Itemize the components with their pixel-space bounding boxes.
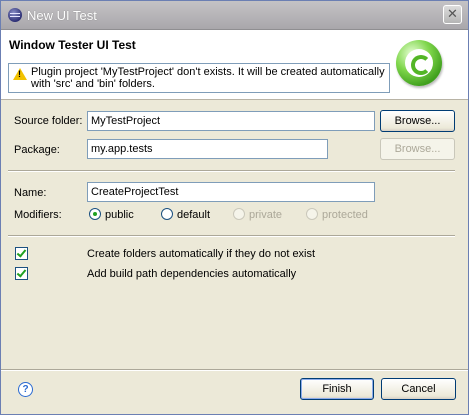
build-path-label[interactable]: Add build path dependencies automaticall… <box>87 268 296 280</box>
source-folder-label: Source folder: <box>14 115 83 127</box>
help-icon[interactable]: ? <box>18 382 33 397</box>
package-input[interactable]: my.app.tests <box>87 139 328 159</box>
new-ui-test-dialog: New UI Test ✕ Window Tester UI Test Plug… <box>0 0 469 415</box>
message-area: Plugin project 'MyTestProject' don't exi… <box>8 63 390 93</box>
radio-public-label[interactable]: public <box>105 209 134 221</box>
radio-protected-label: protected <box>322 209 368 221</box>
build-path-checkbox[interactable] <box>15 267 28 280</box>
create-folders-label[interactable]: Create folders automatically if they do … <box>87 248 315 260</box>
separator <box>8 170 455 172</box>
window-title: New UI Test <box>27 8 97 23</box>
radio-private-label: private <box>249 209 283 221</box>
package-label: Package: <box>14 144 60 156</box>
separator <box>8 235 455 237</box>
finish-button[interactable]: Finish <box>300 378 374 400</box>
radio-default-label[interactable]: default <box>177 209 210 221</box>
title-bar[interactable]: New UI Test ✕ <box>1 1 468 30</box>
radio-public[interactable] <box>89 208 101 220</box>
source-folder-input[interactable]: MyTestProject <box>87 111 375 131</box>
cancel-button[interactable]: Cancel <box>381 378 456 400</box>
wizard-banner: Window Tester UI Test Plugin project 'My… <box>1 30 468 100</box>
wizard-logo-icon <box>396 40 442 86</box>
radio-private[interactable] <box>233 208 245 220</box>
name-input[interactable]: CreateProjectTest <box>87 182 375 202</box>
name-label: Name: <box>14 187 47 199</box>
footer-separator <box>1 369 468 371</box>
radio-default[interactable] <box>161 208 173 220</box>
warning-message: Plugin project 'MyTestProject' don't exi… <box>31 66 385 90</box>
warning-icon <box>13 68 27 80</box>
create-folders-checkbox[interactable] <box>15 247 28 260</box>
package-browse-button[interactable]: Browse... <box>380 138 455 160</box>
close-button[interactable]: ✕ <box>443 5 462 24</box>
eclipse-icon <box>8 8 22 22</box>
wizard-logo-inner <box>405 49 433 77</box>
radio-protected[interactable] <box>306 208 318 220</box>
source-folder-browse-button[interactable]: Browse... <box>380 110 455 132</box>
modifiers-label: Modifiers: <box>14 209 62 221</box>
banner-title: Window Tester UI Test <box>9 38 136 52</box>
